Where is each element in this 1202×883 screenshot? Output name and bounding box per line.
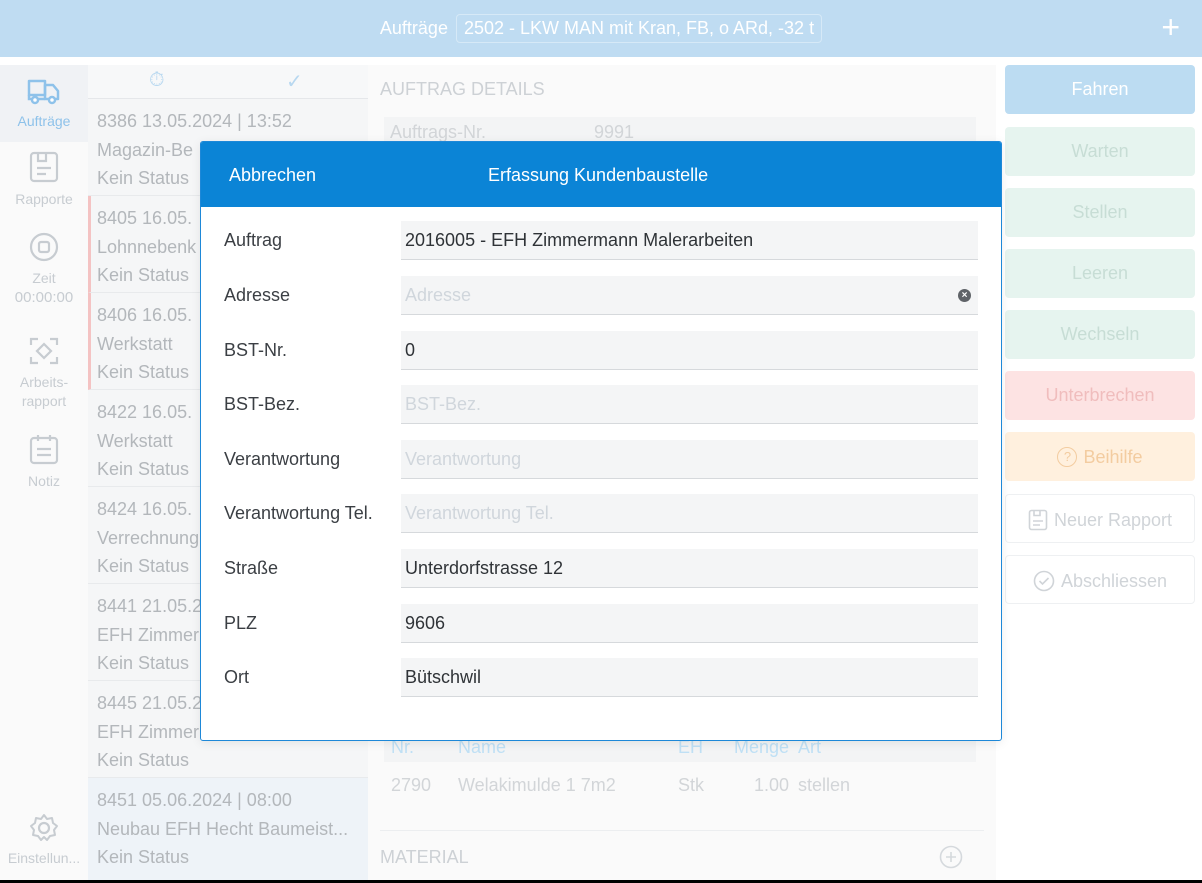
- wait-button[interactable]: Warten: [1005, 127, 1195, 176]
- responsible-label: Verantwortung: [224, 449, 341, 469]
- address-field[interactable]: [401, 276, 978, 315]
- report-icon: [29, 151, 59, 183]
- clear-icon[interactable]: ×: [958, 289, 971, 302]
- sidebar-item-label: Notiz: [28, 473, 60, 489]
- dialog-title: Erfassung Kundenbaustelle: [488, 165, 709, 185]
- field-responsible: Verantwortung: [201, 440, 1001, 480]
- site-number-label: BST-Nr.: [224, 340, 288, 360]
- zip-field[interactable]: [401, 604, 978, 643]
- field-zip: PLZ: [201, 604, 1001, 644]
- top-bar: Aufträge 2502 - LKW MAN mit Kran, FB, o …: [0, 0, 1202, 57]
- field-city: Ort: [201, 658, 1001, 698]
- cell-menge: 1.00: [754, 775, 790, 795]
- site-number-field[interactable]: [401, 331, 978, 370]
- check-circle-icon[interactable]: ✓: [286, 69, 303, 94]
- cancel-button[interactable]: Abbrechen: [229, 165, 316, 186]
- page-title: Aufträge: [379, 18, 448, 38]
- add-material-icon[interactable]: [939, 845, 963, 869]
- sidebar-item-note[interactable]: Notiz: [0, 433, 88, 497]
- cell-art: stellen: [798, 775, 851, 795]
- change-button[interactable]: Wechseln: [1005, 310, 1195, 359]
- table-row[interactable]: 2790 Welakimulde 1 7m2 Stk 1.00 stellen: [384, 770, 976, 800]
- sidebar-item-settings[interactable]: Einstellun...: [0, 812, 88, 872]
- responsible-phone-field[interactable]: [401, 494, 978, 533]
- divider: [380, 830, 984, 831]
- stopwatch-icon[interactable]: ⏱: [149, 69, 165, 92]
- dialog-header: Abbrechen Erfassung Kundenbaustelle: [201, 142, 1001, 207]
- add-icon[interactable]: +: [1161, 11, 1180, 43]
- timer-value: 00:00:00: [14, 289, 74, 306]
- report-icon: [1028, 509, 1048, 531]
- cell-eh: Stk: [678, 775, 705, 795]
- sidebar-item-label: Arbeits-: [19, 374, 69, 390]
- order-number-label: Auftrags-Nr.: [390, 122, 487, 142]
- street-field[interactable]: [401, 549, 978, 588]
- sidebar-item-orders[interactable]: Aufträge: [0, 65, 88, 142]
- cell-name: Welakimulde 1 7m2: [458, 775, 616, 795]
- stop-timer-icon: [29, 232, 59, 262]
- new-report-button[interactable]: Neuer Rapport: [1005, 494, 1195, 543]
- sidebar-item-label-2: rapport: [21, 393, 67, 409]
- truck-icon: [27, 79, 60, 105]
- complete-label: Abschliessen: [1060, 570, 1168, 591]
- cell-nr: 2790: [391, 775, 432, 795]
- question-icon: ?: [1057, 447, 1078, 468]
- sidebar-item-label: Zeit: [32, 270, 56, 286]
- list-header: ⏱ ✓: [88, 65, 368, 99]
- field-address: Adresse ×: [201, 276, 1001, 316]
- order-field[interactable]: [401, 221, 978, 260]
- field-responsible-phone: Verantwortung Tel.: [201, 494, 1001, 534]
- order-status: Kein Status: [97, 750, 190, 770]
- order-label: Auftrag: [224, 230, 283, 250]
- sidebar-item-label: Einstellun...: [7, 850, 81, 866]
- sidebar-item-time[interactable]: Zeit 00:00:00: [0, 231, 88, 321]
- sidebar: Aufträge Rapporte Zeit 00:00:00 Arbeits-…: [0, 65, 88, 883]
- site-name-label: BST-Bez.: [224, 394, 301, 414]
- order-status: Kein Status: [97, 847, 190, 867]
- calendar-note-icon: [29, 435, 59, 465]
- site-name-field[interactable]: [401, 385, 978, 424]
- gear-icon: [30, 814, 58, 841]
- order-name: Neubau EFH Hecht Baumeist...: [97, 818, 349, 839]
- city-field[interactable]: [401, 658, 978, 697]
- city-label: Ort: [224, 667, 249, 687]
- check-circle-icon: [1033, 570, 1055, 592]
- drive-button[interactable]: Fahren: [1005, 65, 1195, 114]
- order-number-date: 8451 05.06.2024 | 08:00: [97, 790, 292, 810]
- field-site-name: BST-Bez.: [201, 385, 1001, 425]
- sidebar-item-label: Aufträge: [17, 113, 71, 129]
- material-section-title: MATERIAL: [380, 847, 469, 867]
- zip-label: PLZ: [224, 613, 258, 633]
- street-label: Straße: [224, 558, 279, 578]
- interrupt-button[interactable]: Unterbrechen: [1005, 371, 1195, 420]
- assist-label: Beihilfe: [1083, 446, 1143, 467]
- scan-icon: [29, 337, 59, 365]
- empty-button[interactable]: Leeren: [1005, 249, 1195, 298]
- responsible-field[interactable]: [401, 440, 978, 479]
- new-report-label: Neuer Rapport: [1053, 509, 1173, 530]
- list-item[interactable]: 8451 05.06.2024 | 08:00 Neubau EFH Hecht…: [88, 778, 368, 883]
- field-site-number: BST-Nr.: [201, 331, 1001, 371]
- field-order: Auftrag: [201, 221, 1001, 261]
- site-entry-dialog: Abbrechen Erfassung Kundenbaustelle Auft…: [200, 141, 1002, 741]
- address-label: Adresse: [224, 285, 291, 305]
- place-button[interactable]: Stellen: [1005, 188, 1195, 237]
- sidebar-item-work-report[interactable]: Arbeits- rapport: [0, 335, 88, 415]
- details-section-title: AUFTRAG DETAILS: [380, 79, 545, 99]
- complete-button[interactable]: Abschliessen: [1005, 555, 1195, 604]
- sidebar-item-label: Rapporte: [15, 191, 73, 207]
- sidebar-item-reports[interactable]: Rapporte: [0, 151, 88, 221]
- assist-button[interactable]: ? Beihilfe: [1005, 432, 1195, 481]
- vehicle-selector[interactable]: 2502 - LKW MAN mit Kran, FB, o ARd, -32 …: [455, 14, 823, 43]
- field-street: Straße: [201, 549, 1001, 589]
- order-number-date: 8386 13.05.2024 | 13:52: [97, 111, 292, 131]
- responsible-phone-label: Verantwortung Tel.: [224, 503, 373, 523]
